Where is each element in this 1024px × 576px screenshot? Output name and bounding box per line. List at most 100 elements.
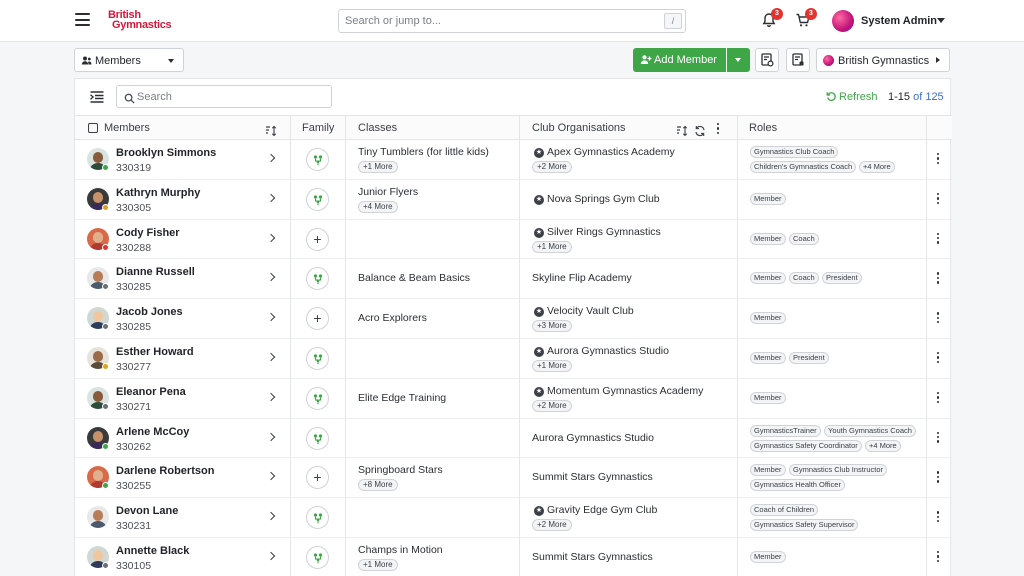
column-family[interactable]: Family (302, 116, 334, 140)
collapse-sidebar-icon[interactable] (89, 89, 105, 105)
classes-more-badge[interactable]: +1 More (358, 161, 398, 173)
classes-more-badge[interactable]: +8 More (358, 479, 398, 492)
notifications-bell-icon[interactable]: 3 (761, 8, 783, 28)
member-name[interactable]: Kathryn Murphy (116, 187, 200, 199)
row-actions-menu-icon[interactable] (937, 312, 940, 324)
british-gymnastics-logo[interactable]: British Gymnastics (108, 10, 172, 31)
menu-icon[interactable] (75, 13, 90, 26)
table-row[interactable]: Jacob Jones 330285 + Acro Explorers ★ Velocit… (75, 299, 952, 339)
club-name[interactable]: Aurora Gymnastics Studio (532, 432, 654, 444)
row-actions-menu-icon[interactable] (937, 431, 940, 444)
report-button[interactable] (786, 48, 810, 72)
column-classes[interactable]: Classes (358, 116, 397, 140)
member-name[interactable]: Eleanor Pena (116, 386, 186, 398)
table-row[interactable]: Dianne Russell 330285 Balance & Beam Basic… (75, 259, 952, 300)
export-list-button[interactable] (755, 48, 779, 72)
family-link-button[interactable] (306, 267, 329, 291)
clubs-more-badge[interactable]: +1 More (532, 360, 572, 372)
classes-more-badge[interactable]: +4 More (358, 200, 398, 213)
row-actions-menu-icon[interactable] (937, 391, 940, 404)
clubs-more-badge[interactable]: +2 More (532, 161, 572, 173)
member-name[interactable]: Cody Fisher (116, 227, 180, 239)
user-name[interactable]: System Admin (861, 15, 937, 27)
chevron-right-icon[interactable] (266, 472, 276, 481)
club-name[interactable]: Momentum Gymnastics Academy (547, 385, 703, 397)
member-name[interactable]: Annette Black (116, 545, 189, 557)
club-name[interactable]: Skyline Flip Academy (532, 272, 632, 284)
cart-icon[interactable]: 3 (795, 8, 817, 28)
row-actions-menu-icon[interactable] (937, 272, 940, 284)
club-name[interactable]: Summit Stars Gymnastics (532, 471, 653, 483)
family-link-button[interactable] (306, 347, 329, 370)
column-members[interactable]: Members (104, 116, 150, 140)
chevron-right-icon[interactable] (266, 193, 276, 203)
table-row[interactable]: Annette Black 330105 Champs in Motion +1 Mo… (75, 538, 952, 576)
family-link-button[interactable] (306, 546, 329, 569)
club-name[interactable]: Nova Springs Gym Club (547, 193, 660, 205)
member-name[interactable]: Esther Howard (116, 346, 194, 358)
pager-total[interactable]: of 125 (913, 91, 944, 103)
row-actions-menu-icon[interactable] (937, 153, 940, 165)
club-name[interactable]: Gravity Edge Gym Club (547, 504, 657, 516)
member-name[interactable]: Arlene McCoy (116, 426, 189, 438)
club-name[interactable]: Aurora Gymnastics Studio (547, 345, 669, 357)
organisation-select[interactable]: British Gymnastics (816, 48, 950, 72)
clubs-column-menu-icon[interactable] (717, 123, 720, 135)
club-name[interactable]: Apex Gymnastics Academy (547, 146, 675, 158)
member-name[interactable]: Jacob Jones (116, 306, 183, 318)
member-name[interactable]: Dianne Russell (116, 266, 195, 278)
row-actions-menu-icon[interactable] (937, 192, 940, 205)
club-name[interactable]: Velocity Vault Club (547, 305, 634, 317)
roles-more-badge[interactable]: +4 More (859, 161, 895, 173)
chevron-right-icon[interactable] (266, 432, 276, 441)
family-link-button[interactable] (306, 506, 329, 530)
chevron-right-icon[interactable] (266, 312, 276, 322)
family-link-button[interactable] (306, 187, 329, 211)
row-actions-menu-icon[interactable] (937, 551, 940, 563)
table-row[interactable]: Devon Lane 330231 ★ Gravity Edge Gym Club +2… (75, 498, 952, 538)
family-link-button[interactable] (306, 148, 329, 171)
clubs-more-badge[interactable]: +2 More (532, 519, 572, 532)
add-member-options-button[interactable] (727, 48, 750, 72)
chevron-right-icon[interactable] (266, 551, 276, 561)
clubs-more-badge[interactable]: +1 More (532, 240, 572, 253)
family-link-button[interactable] (306, 426, 329, 450)
add-family-button[interactable]: + (306, 227, 329, 251)
column-roles[interactable]: Roles (749, 116, 777, 140)
global-search-input[interactable] (339, 10, 639, 32)
chevron-right-icon[interactable] (266, 233, 276, 242)
table-row[interactable]: Brooklyn Simmons 330319 Tiny Tumblers (for… (75, 140, 952, 180)
row-actions-menu-icon[interactable] (937, 511, 940, 523)
chevron-right-icon[interactable] (266, 392, 276, 402)
table-row[interactable]: Arlene McCoy 330262 Aurora Gymnastics Stud… (75, 419, 952, 459)
roles-more-badge[interactable]: +4 More (865, 439, 901, 452)
table-row[interactable]: Eleanor Pena 330271 Elite Edge Training ★ Mo… (75, 379, 952, 419)
club-name[interactable]: Silver Rings Gymnastics (547, 226, 661, 238)
club-name[interactable]: Summit Stars Gymnastics (532, 551, 653, 563)
family-link-button[interactable] (306, 386, 329, 410)
member-name[interactable]: Devon Lane (116, 505, 178, 517)
table-row[interactable]: Esther Howard 330277 ★ Aurora Gymnastics St… (75, 339, 952, 379)
row-actions-menu-icon[interactable] (937, 232, 940, 245)
table-row[interactable]: Kathryn Murphy 330305 Junior Flyers +4 More… (75, 180, 952, 220)
user-avatar[interactable] (832, 10, 854, 32)
add-member-button[interactable]: Add Member (633, 48, 726, 72)
table-row[interactable]: Darlene Robertson 330255 + Springboard Star… (75, 458, 952, 499)
view-select[interactable]: Members (74, 48, 184, 72)
clubs-more-badge[interactable]: +2 More (532, 399, 572, 412)
chevron-right-icon[interactable] (266, 511, 276, 521)
add-family-button[interactable]: + (306, 466, 329, 490)
select-all-checkbox[interactable] (88, 123, 98, 133)
member-name[interactable]: Brooklyn Simmons (116, 147, 216, 159)
add-family-button[interactable]: + (306, 307, 329, 331)
row-actions-menu-icon[interactable] (937, 352, 940, 364)
user-menu-chevron-down-icon[interactable] (937, 18, 945, 23)
row-actions-menu-icon[interactable] (937, 471, 940, 483)
column-clubs[interactable]: Club Organisations (532, 116, 626, 140)
classes-more-badge[interactable]: +1 More (358, 559, 398, 571)
member-search-input[interactable] (137, 86, 327, 107)
member-name[interactable]: Darlene Robertson (116, 465, 214, 477)
chevron-right-icon[interactable] (266, 273, 276, 282)
clubs-more-badge[interactable]: +3 More (532, 320, 572, 333)
table-row[interactable]: Cody Fisher 330288 + ★ Silver Rings Gymnasti… (75, 220, 952, 260)
